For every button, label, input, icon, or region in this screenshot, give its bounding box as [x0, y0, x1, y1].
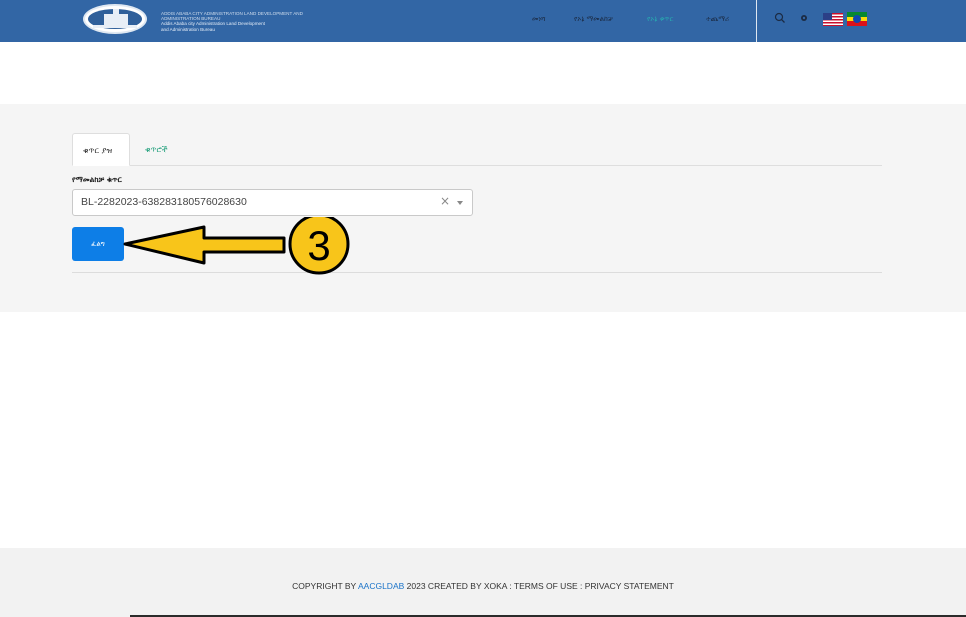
- chevron-down-icon[interactable]: [457, 201, 463, 205]
- footer-copyright-suffix: 2023 CREATED BY XOKA : TERMS OF USE : PR…: [406, 581, 674, 591]
- annotation-arrow: 3: [123, 217, 350, 275]
- tabs-divider: [72, 165, 882, 166]
- nav-item-number[interactable]: የኦኔ ቁጥር: [647, 15, 673, 24]
- top-header: ADDIS ABABA CITY ADMINISTRATION LAND DEV…: [0, 0, 966, 42]
- footer-aacgldab-link[interactable]: AACGLDAB: [358, 581, 404, 591]
- tab-numbers[interactable]: ቁጥሮች: [135, 133, 178, 166]
- us-flag-icon[interactable]: [823, 13, 843, 26]
- ethiopia-flag-emblem: [853, 15, 861, 23]
- arrow-shape: [123, 225, 286, 265]
- nav-item-more[interactable]: ተጨማሪ: [706, 15, 729, 24]
- page: ADDIS ABABA CITY ADMINISTRATION LAND DEV…: [0, 0, 966, 617]
- bureau-logo[interactable]: [83, 4, 147, 34]
- logo-banner: [93, 25, 137, 28]
- application-number-label: የማመልከቻ ቁጥር: [72, 175, 122, 184]
- logo-text: ADDIS ABABA CITY ADMINISTRATION LAND DEV…: [161, 11, 311, 32]
- logo-text-line3: and Administration Bureau: [161, 26, 215, 32]
- search-icon[interactable]: [774, 12, 786, 24]
- footer-text: COPYRIGHT BY AACGLDAB 2023 CREATED BY XO…: [0, 581, 966, 591]
- nav-item-application[interactable]: የኦኔ ማመልከቻ: [574, 15, 613, 24]
- header-divider: [756, 0, 757, 42]
- application-number-select[interactable]: BL-2282023-638283180576028630: [72, 189, 473, 216]
- footer-copyright-prefix: COPYRIGHT BY: [292, 581, 357, 591]
- nav-item-home[interactable]: መነሻ: [532, 15, 545, 24]
- annotation-number: 3: [307, 222, 330, 269]
- us-flag-canton: [823, 13, 832, 20]
- search-button[interactable]: ፈልግ: [72, 227, 124, 261]
- ethiopia-flag-icon[interactable]: [847, 12, 867, 26]
- logo-text-line1: ADDIS ABABA CITY ADMINISTRATION LAND DEV…: [161, 11, 303, 22]
- select-value: BL-2282023-638283180576028630: [81, 196, 247, 208]
- gear-icon[interactable]: [798, 12, 810, 24]
- tab-reserve-number[interactable]: ቁጥር ያዝ: [72, 133, 130, 166]
- clear-icon[interactable]: ×: [440, 194, 450, 208]
